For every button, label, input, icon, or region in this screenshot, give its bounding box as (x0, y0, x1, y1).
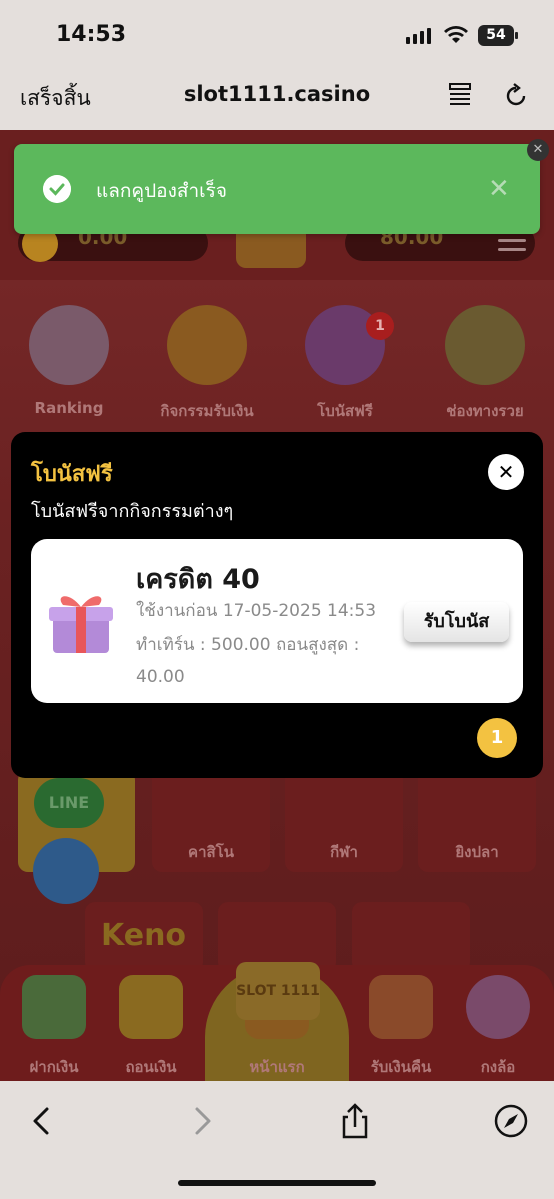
modal-close-button[interactable]: ✕ (488, 454, 524, 490)
category-activity[interactable]: กิจกรรมรับเงิน (152, 305, 262, 423)
toast-message: แลกคูปองสำเร็จ (96, 180, 227, 202)
reader-view-icon[interactable] (447, 82, 473, 108)
slot-logo-bottom: SLOT 1111 (236, 962, 320, 1020)
nav-withdraw[interactable]: ถอนเงิน (101, 975, 201, 1079)
nav-deposit[interactable]: ฝากเงิน (4, 975, 104, 1079)
dismiss-icon[interactable]: ✕ (527, 139, 549, 161)
cashback-icon (369, 975, 433, 1039)
category-ranking[interactable]: Ranking (14, 305, 124, 417)
game-tile-sports[interactable]: กีฬา (285, 770, 403, 872)
success-toast: แลกคูปองสำเร็จ ✕ (14, 144, 540, 234)
game-tile-fishing[interactable]: ยิงปลา (418, 770, 536, 872)
ranking-icon (29, 305, 109, 385)
telegram-icon[interactable] (33, 838, 99, 904)
status-bar: 14:53 54 (0, 0, 554, 70)
wifi-icon (444, 26, 468, 43)
check-circle-icon (43, 175, 71, 203)
gift-box-icon (49, 596, 113, 653)
nav-wheel[interactable]: กงล้อ (448, 975, 548, 1079)
game-tile-crypto[interactable] (352, 902, 470, 972)
compass-icon[interactable] (491, 1101, 531, 1141)
clock: 14:53 (56, 22, 127, 47)
withdraw-icon (119, 975, 183, 1039)
line-icon[interactable]: LINE (34, 778, 104, 828)
page-indicator[interactable]: 1 (477, 718, 517, 758)
money-hand-icon (445, 305, 525, 385)
modal-subtitle: โบนัสฟรีจากกิจกรรมต่างๆ (31, 501, 234, 522)
reload-icon[interactable] (502, 82, 530, 110)
treasure-chest-icon (167, 305, 247, 385)
deposit-icon (22, 975, 86, 1039)
turnover-info: ทำเทิร์น : 500.00 ถอนสูงสุด : 40.00 (136, 635, 360, 687)
claim-bonus-button[interactable]: รับโบนัส (404, 602, 509, 642)
hamburger-menu-icon[interactable] (498, 230, 526, 257)
bonus-card: เครดิต 40 ใช้งานก่อน 17-05-2025 14:53 ทำ… (31, 539, 523, 703)
category-rich-channel[interactable]: ช่องทางรวย (430, 305, 540, 423)
battery-icon: 54 (478, 25, 518, 46)
forward-icon[interactable] (182, 1101, 222, 1141)
modal-title: โบนัสฟรี (31, 462, 113, 487)
browser-address-bar: เสร็จสิ้น slot1111.casino (0, 70, 554, 130)
close-icon[interactable]: ✕ (488, 174, 510, 204)
free-bonus-modal: โบนัสฟรี โบนัสฟรีจากกิจกรรมต่างๆ ✕ เครดิ… (11, 432, 543, 778)
url-text[interactable]: slot1111.casino (184, 82, 370, 106)
game-tile-casino[interactable]: คาสิโน (152, 770, 270, 872)
game-tile-keno[interactable]: Keno (85, 902, 203, 972)
valid-until: ใช้งานก่อน 17-05-2025 14:53 (136, 601, 377, 621)
share-icon[interactable] (335, 1101, 375, 1141)
done-button[interactable]: เสร็จสิ้น (20, 82, 91, 115)
notification-badge: 1 (366, 312, 394, 340)
cellular-signal-icon (406, 28, 431, 44)
wheel-icon (466, 975, 530, 1039)
home-indicator (178, 1180, 376, 1186)
nav-cashback[interactable]: รับเงินคืน (351, 975, 451, 1079)
credit-amount: เครดิต 40 (136, 564, 260, 595)
back-icon[interactable] (22, 1101, 62, 1141)
